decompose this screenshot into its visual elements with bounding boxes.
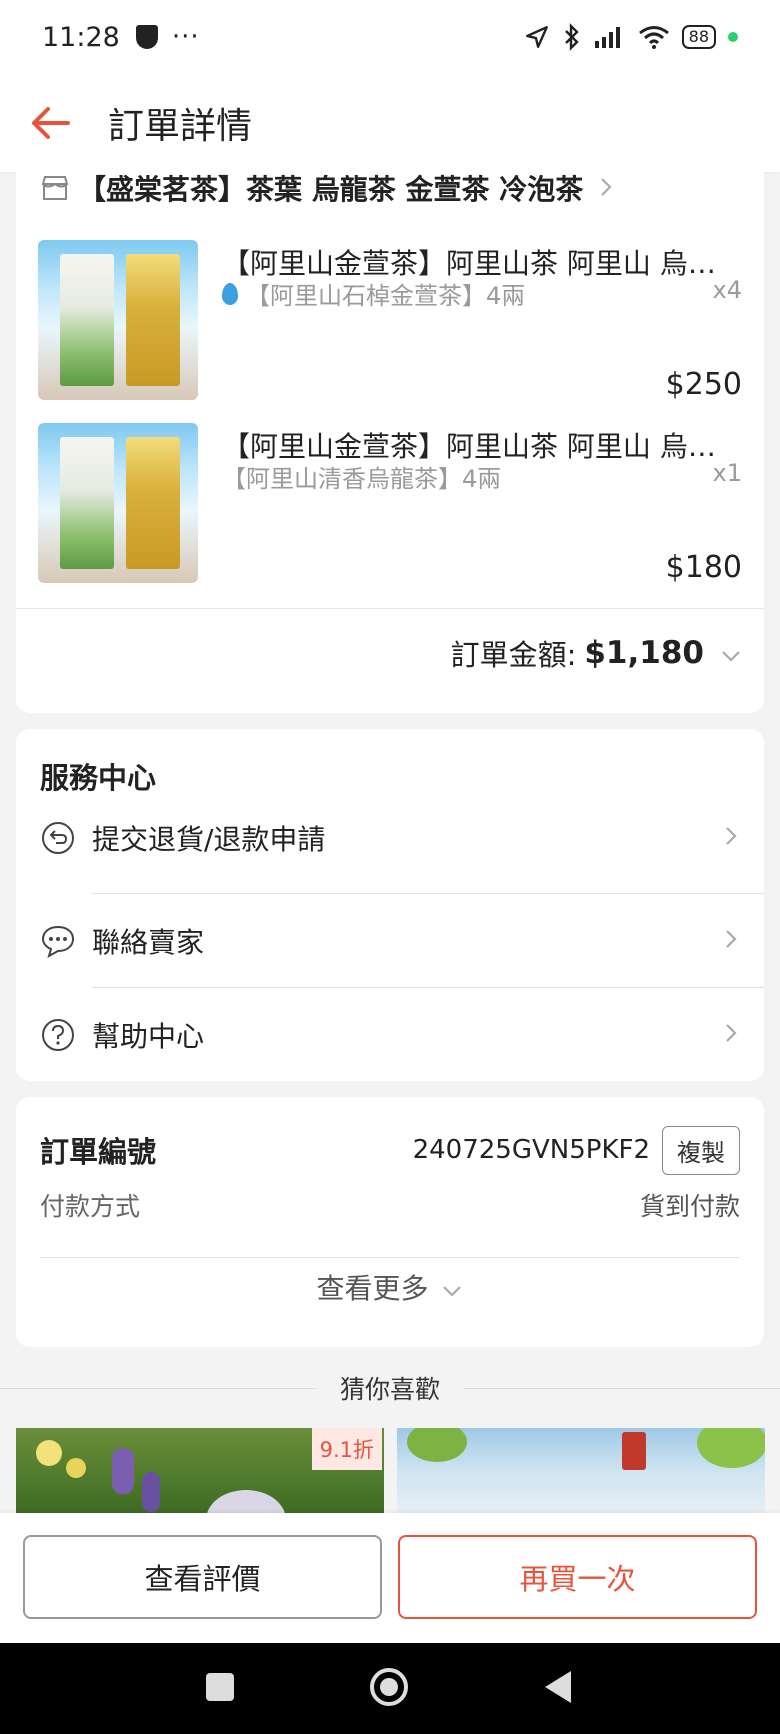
help-center-label: 幫助中心 <box>92 1020 205 1053</box>
order-total-label: 訂單金額: <box>450 638 577 672</box>
order-item[interactable]: 【阿里山金萱茶】阿里山茶 阿里山 烏龍茶 高山茶 茶葉 【阿里山清香烏龍茶】4兩… <box>38 423 744 585</box>
copy-button[interactable]: 複製 <box>662 1125 740 1175</box>
order-number-row: 訂單編號 240725GVN5PKF2 複製 <box>40 1125 740 1175</box>
service-center-card: 服務中心 提交退貨/退款申請 聯絡賣家 幫助中心 <box>16 729 764 1081</box>
shop-name: 【盛棠茗茶】茶葉 烏龍茶 金萱茶 冷泡茶 <box>78 173 584 206</box>
order-total[interactable]: 訂單金額: $1,180 <box>451 632 742 674</box>
order-number-label: 訂單編號 <box>40 1135 157 1169</box>
product-price: $250 <box>665 367 742 402</box>
status-icons: 88 <box>524 23 738 51</box>
order-item[interactable]: 【阿里山金萱茶】阿里山茶 阿里山 烏龍茶 高山茶 茶葉 【阿里山石棹金萱茶】4兩… <box>38 240 744 402</box>
help-center-row[interactable]: 幫助中心 <box>16 988 764 1082</box>
wifi-icon <box>638 26 669 49</box>
water-drop-icon <box>222 282 238 305</box>
payment-method-value: 貨到付款 <box>639 1192 740 1221</box>
product-variant: 【阿里山清香烏龍茶】4兩 <box>222 465 502 493</box>
shop-card: 【盛棠茗茶】茶葉 烏龍茶 金萱茶 冷泡茶 【阿里山金萱茶】阿里山茶 阿里山 烏龍… <box>16 172 764 713</box>
divider <box>40 1257 740 1258</box>
order-total-amount: $1,180 <box>584 635 704 671</box>
privacy-indicator-dot <box>728 32 738 42</box>
chevron-right-icon <box>724 928 738 954</box>
status-bar: 11:28 ··· 88 <box>0 0 780 74</box>
back-button[interactable] <box>0 74 100 172</box>
home-icon[interactable] <box>370 1668 408 1706</box>
product-variant: 【阿里山石棹金萱茶】4兩 <box>246 282 526 310</box>
divider <box>16 608 764 609</box>
bottom-action-bar: 查看評價 再買一次 <box>0 1513 780 1643</box>
recommend-title: 猜你喜歡 <box>340 1375 441 1404</box>
chevron-right-icon <box>724 1022 738 1048</box>
contact-seller-label: 聯絡賣家 <box>92 926 205 959</box>
return-icon <box>38 818 78 858</box>
shop-header[interactable]: 【盛棠茗茶】茶葉 烏龍茶 金萱茶 冷泡茶 <box>16 168 764 208</box>
discount-badge: 9.1折 <box>311 1428 382 1470</box>
shield-icon <box>135 25 158 49</box>
chevron-down-icon <box>720 636 742 670</box>
product-quantity: x1 <box>712 459 742 487</box>
help-icon <box>38 1015 78 1055</box>
battery-icon: 88 <box>681 25 716 49</box>
refund-request-row[interactable]: 提交退貨/退款申請 <box>16 791 764 885</box>
signal-icon <box>594 27 620 48</box>
contact-seller-row[interactable]: 聯絡賣家 <box>16 894 764 988</box>
product-price: $180 <box>665 550 742 585</box>
recommended-product-card[interactable]: 9.1折 <box>16 1428 384 1514</box>
system-nav-bar <box>0 1643 780 1734</box>
chevron-right-icon <box>724 825 738 851</box>
location-icon <box>525 26 548 48</box>
order-info-card: 訂單編號 240725GVN5PKF2 複製 付款方式 貨到付款 查看更多 <box>16 1097 764 1347</box>
product-thumbnail <box>38 240 198 400</box>
payment-method-label: 付款方式 <box>40 1192 141 1221</box>
view-more-label: 查看更多 <box>316 1272 429 1305</box>
buy-again-button[interactable]: 再買一次 <box>398 1535 757 1619</box>
product-thumbnail <box>38 423 198 583</box>
status-time: 11:28 <box>42 21 120 53</box>
order-number: 240725GVN5PKF2 <box>412 1135 650 1165</box>
bluetooth-icon <box>564 23 579 51</box>
back-triangle-icon[interactable] <box>545 1671 571 1703</box>
chat-icon <box>38 921 78 961</box>
product-quantity: x4 <box>712 276 742 304</box>
recommend-header: 猜你喜歡 <box>0 1370 780 1406</box>
store-icon <box>41 176 69 200</box>
page-title: 訂單詳情 <box>108 106 253 147</box>
chevron-right-icon <box>599 172 613 205</box>
more-notifications-icon: ··· <box>171 22 200 52</box>
payment-method-row: 付款方式 貨到付款 <box>40 1185 740 1225</box>
view-more-button[interactable]: 查看更多 <box>16 1267 764 1307</box>
chevron-down-icon <box>443 1286 462 1297</box>
app-bar: 訂單詳情 <box>0 74 780 172</box>
view-review-button[interactable]: 查看評價 <box>23 1535 382 1619</box>
recents-icon[interactable] <box>206 1673 234 1701</box>
recommended-product-card[interactable] <box>397 1428 765 1514</box>
refund-request-label: 提交退貨/退款申請 <box>92 823 326 856</box>
arrow-left-icon <box>32 107 70 139</box>
